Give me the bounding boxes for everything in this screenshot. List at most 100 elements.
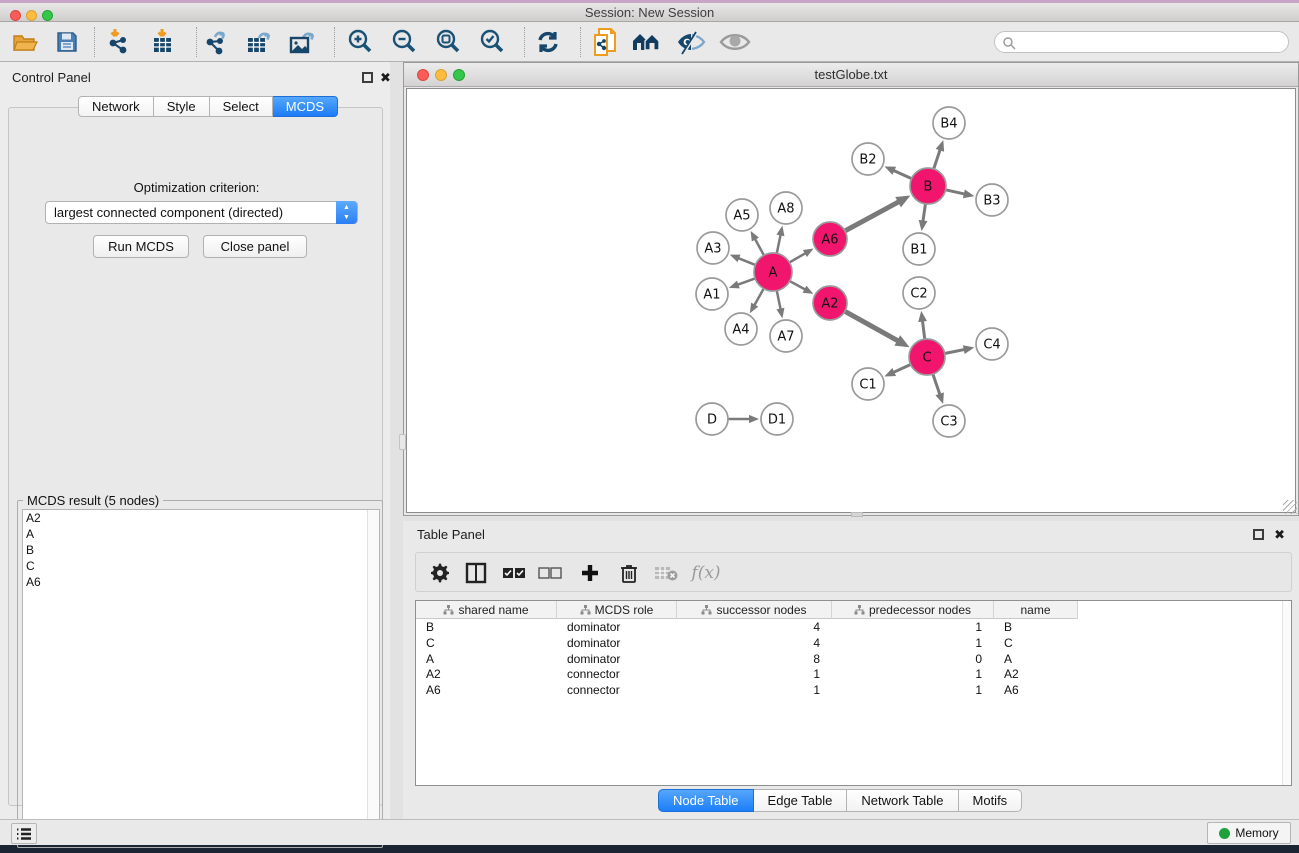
close-window-button[interactable]: [10, 10, 21, 21]
zoom-in-button[interactable]: [343, 26, 377, 58]
canvas-bottom-scrollthumb[interactable]: [851, 512, 863, 517]
column-header-predecessor-nodes[interactable]: predecessor nodes: [832, 601, 994, 619]
table-row[interactable]: Cdominator41C: [416, 636, 1078, 652]
table-cell[interactable]: 4: [677, 620, 832, 636]
delete-column-button[interactable]: [613, 557, 645, 589]
float-panel-icon[interactable]: [362, 72, 373, 83]
task-history-button[interactable]: [11, 823, 37, 844]
table-settings-button[interactable]: [424, 557, 456, 589]
table-cell[interactable]: dominator: [557, 652, 677, 668]
mcds-result-item[interactable]: A2: [23, 510, 379, 526]
table-cell[interactable]: 1: [832, 620, 994, 636]
graph-edge-C-C3[interactable]: [933, 374, 940, 395]
graph-edge-B-B1[interactable]: [923, 204, 926, 222]
graph-edge-A-A5[interactable]: [755, 239, 764, 256]
tab-edge-table[interactable]: Edge Table: [754, 789, 848, 812]
import-network-button[interactable]: [102, 26, 136, 58]
column-header-MCDS-role[interactable]: MCDS role: [557, 601, 677, 619]
graph-node-A5[interactable]: A5: [726, 199, 758, 231]
graph-node-C1[interactable]: C1: [852, 368, 884, 400]
zoom-fit-button[interactable]: [431, 26, 465, 58]
table-cell[interactable]: 1: [677, 667, 832, 683]
tab-style[interactable]: Style: [154, 96, 210, 117]
zoom-window-button[interactable]: [42, 10, 53, 21]
table-cell[interactable]: B: [994, 620, 1078, 636]
table-row[interactable]: A2connector11A2: [416, 667, 1078, 683]
graph-edge-B-B3[interactable]: [946, 190, 965, 194]
graph-node-A8[interactable]: A8: [770, 192, 802, 224]
graph-node-B2[interactable]: B2: [852, 143, 884, 175]
graph-edge-A-A6[interactable]: [789, 253, 805, 262]
graph-node-D[interactable]: D: [696, 403, 728, 435]
graph-edge-A-A1[interactable]: [737, 278, 755, 284]
graph-edge-A-A2[interactable]: [790, 281, 806, 290]
table-cell[interactable]: A6: [416, 683, 557, 699]
graph-edge-C-C4[interactable]: [945, 349, 965, 353]
table-cell[interactable]: 1: [832, 636, 994, 652]
tab-select[interactable]: Select: [210, 96, 273, 117]
table-scrollbar[interactable]: [1282, 601, 1291, 785]
network-window-titlebar[interactable]: testGlobe.txt: [404, 63, 1298, 87]
column-header-successor-nodes[interactable]: successor nodes: [677, 601, 832, 619]
table-row[interactable]: A6connector11A6: [416, 683, 1078, 699]
graph-edge-C-C1[interactable]: [893, 364, 910, 372]
graph-edge-A-A3[interactable]: [738, 258, 755, 265]
export-network-button[interactable]: [200, 26, 234, 58]
canvas-left-scrollthumb[interactable]: [399, 434, 406, 450]
network-zoom-button[interactable]: [453, 69, 465, 81]
mcds-result-item[interactable]: B: [23, 542, 379, 558]
network-canvas[interactable]: ABCA2A6A1A3A4A5A7A8B1B2B3B4C1C2C3C4DD1: [406, 88, 1296, 513]
mcds-result-item[interactable]: A: [23, 526, 379, 542]
tab-motifs[interactable]: Motifs: [959, 789, 1023, 812]
mcds-result-list[interactable]: A2ABCA6: [22, 509, 380, 845]
table-row[interactable]: Bdominator41B: [416, 620, 1078, 636]
tab-mcds[interactable]: MCDS: [273, 96, 338, 117]
graph-edge-B-B4[interactable]: [934, 149, 941, 169]
optimization-criterion-select[interactable]: largest connected component (directed) ▲…: [45, 201, 358, 224]
table-cell[interactable]: C: [994, 636, 1078, 652]
table-cell[interactable]: A6: [994, 683, 1078, 699]
export-image-button[interactable]: [286, 26, 320, 58]
new-network-from-selection-button[interactable]: [588, 26, 622, 58]
table-row[interactable]: Adominator80A: [416, 652, 1078, 668]
open-session-button[interactable]: [8, 26, 42, 58]
graph-node-C2[interactable]: C2: [903, 277, 935, 309]
table-cell[interactable]: connector: [557, 683, 677, 699]
table-cell[interactable]: 8: [677, 652, 832, 668]
table-cell[interactable]: B: [416, 620, 557, 636]
graphics-details-button[interactable]: [674, 26, 708, 58]
export-table-button[interactable]: [243, 26, 277, 58]
graph-node-A[interactable]: A: [754, 253, 792, 291]
graph-node-B4[interactable]: B4: [933, 107, 965, 139]
tab-network[interactable]: Network: [78, 96, 154, 117]
float-table-panel-icon[interactable]: [1253, 529, 1264, 540]
graph-edge-A-A7[interactable]: [777, 291, 781, 310]
graph-node-B1[interactable]: B1: [903, 233, 935, 265]
network-minimize-button[interactable]: [435, 69, 447, 81]
zoom-selected-button[interactable]: [475, 26, 509, 58]
run-mcds-button[interactable]: Run MCDS: [93, 235, 189, 258]
graph-node-B[interactable]: B: [910, 168, 946, 204]
column-header-name[interactable]: name: [994, 601, 1078, 619]
graph-edge-C-C2[interactable]: [922, 321, 924, 340]
graph-node-C4[interactable]: C4: [976, 328, 1008, 360]
close-table-panel-icon[interactable]: ✖: [1274, 529, 1285, 540]
create-column-button[interactable]: [574, 557, 606, 589]
graph-node-A3[interactable]: A3: [697, 232, 729, 264]
table-cell[interactable]: A: [994, 652, 1078, 668]
graph-node-C3[interactable]: C3: [933, 405, 965, 437]
graph-node-B3[interactable]: B3: [976, 184, 1008, 216]
graph-node-C[interactable]: C: [909, 339, 945, 375]
table-cell[interactable]: 0: [832, 652, 994, 668]
node-table[interactable]: shared nameMCDS rolesuccessor nodesprede…: [415, 600, 1292, 786]
select-all-columns-button[interactable]: [498, 557, 530, 589]
table-cell[interactable]: 4: [677, 636, 832, 652]
graph-edge-B-B2[interactable]: [893, 170, 911, 178]
table-cell[interactable]: 1: [677, 683, 832, 699]
graph-node-A7[interactable]: A7: [770, 320, 802, 352]
show-columns-button[interactable]: [460, 557, 492, 589]
mcds-result-item[interactable]: C: [23, 558, 379, 574]
zoom-out-button[interactable]: [387, 26, 421, 58]
window-resize-handle[interactable]: [1283, 500, 1297, 514]
network-close-button[interactable]: [417, 69, 429, 81]
